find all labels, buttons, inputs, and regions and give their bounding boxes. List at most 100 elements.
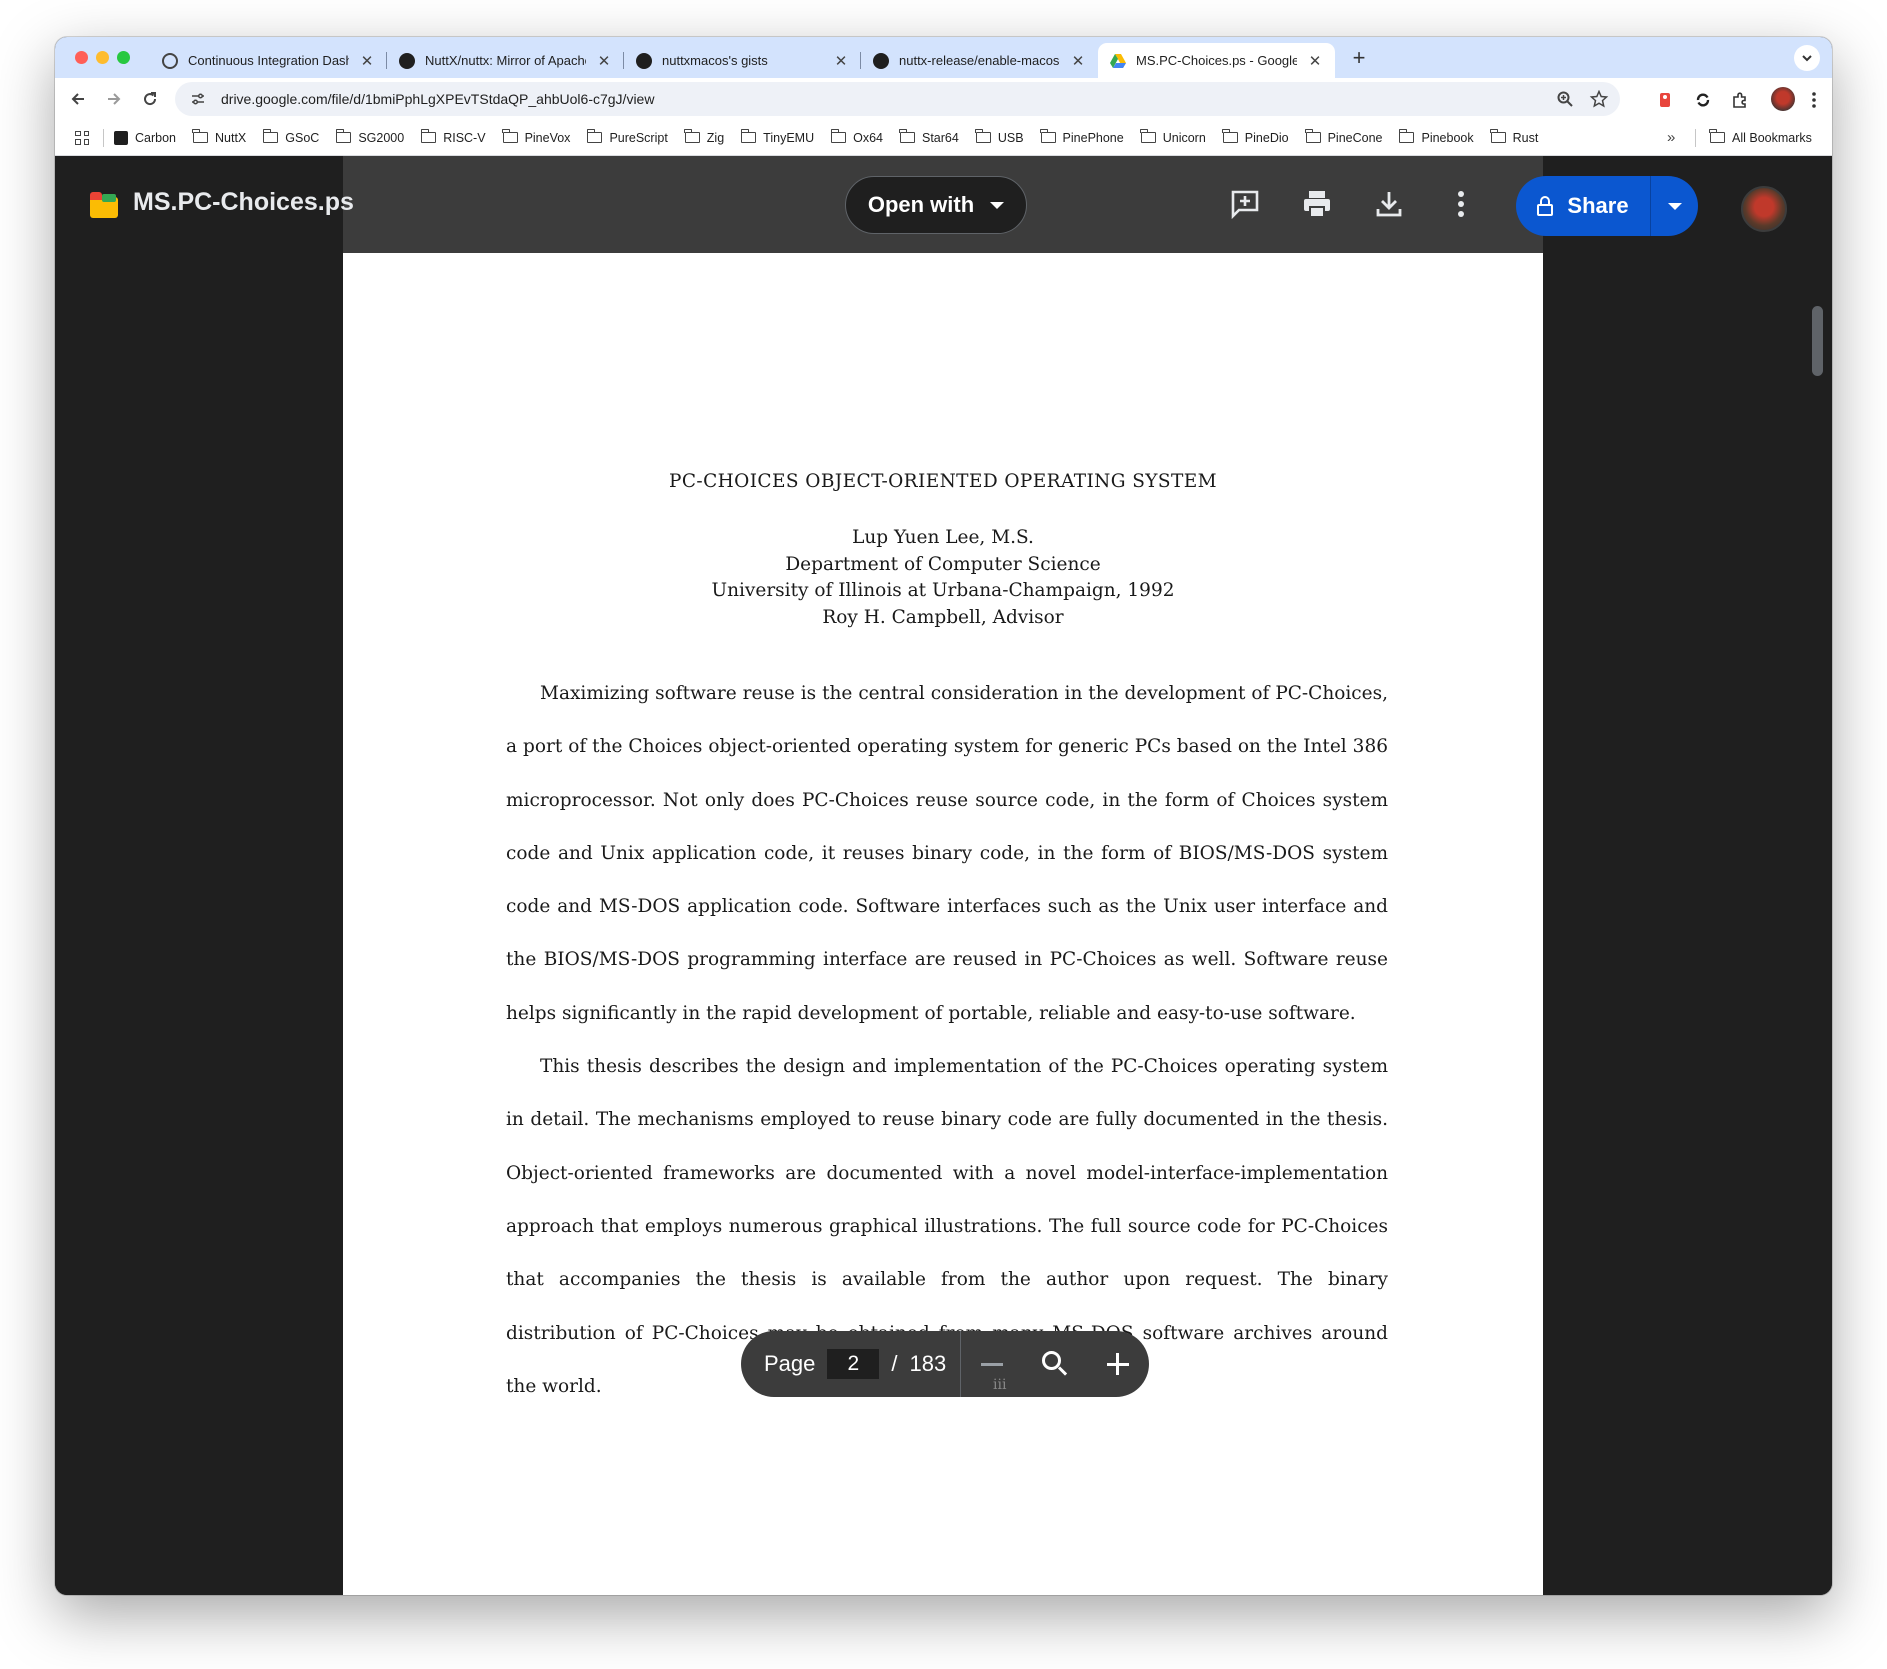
bookmark-folder[interactable]: PinePhone — [1039, 129, 1124, 145]
bookmark-folder[interactable]: PineDio — [1222, 129, 1289, 145]
puzzle-icon — [1733, 92, 1746, 108]
address-bar[interactable]: drive.google.com/file/d/1bmiPphLgXPEvTSt… — [175, 82, 1620, 116]
print-icon — [1304, 191, 1330, 218]
github-icon — [873, 52, 889, 69]
bookmark-folder[interactable]: Pinebook — [1398, 129, 1474, 145]
minimize-window-button[interactable] — [96, 51, 109, 64]
close-tab-icon[interactable]: ✕ — [359, 52, 375, 70]
bookmark-folder[interactable]: Star64 — [899, 129, 959, 145]
bookmark-label: Carbon — [135, 130, 176, 145]
magnifier-icon — [1041, 1351, 1068, 1377]
share-button-group: Share — [1516, 176, 1698, 236]
browser-tab-active[interactable]: MS.PC-Choices.ps - Google D ✕ — [1098, 43, 1335, 78]
bookmark-label: PureScript — [609, 130, 668, 145]
download-button[interactable] — [1371, 186, 1407, 222]
close-tab-icon[interactable]: ✕ — [1070, 52, 1086, 70]
tab-list: Continuous Integration Dashb ✕ NuttX/nut… — [150, 43, 1335, 78]
open-with-button[interactable]: Open with — [845, 176, 1027, 234]
profile-avatar[interactable] — [1771, 87, 1795, 111]
advisor: Roy H. Campbell, Advisor — [822, 606, 1064, 628]
add-comment-button[interactable] — [1227, 186, 1263, 222]
bookmark-folder[interactable]: Unicorn — [1140, 129, 1206, 145]
more-vert-icon — [1812, 92, 1816, 108]
abstract: Maximizing software reuse is the central… — [506, 667, 1388, 1413]
bookmark-folder[interactable]: USB — [975, 129, 1024, 145]
bookmark-item[interactable]: Carbon — [114, 130, 176, 145]
browser-tab[interactable]: nuttxmacos's gists ✕ — [624, 43, 861, 78]
forward-button[interactable] — [101, 86, 127, 112]
bookmark-folder[interactable]: Ox64 — [830, 129, 883, 145]
bookmark-folder[interactable]: PineVox — [501, 129, 570, 145]
more-bookmarks-button[interactable]: » — [1667, 129, 1675, 146]
bookmark-folder[interactable]: RISC-V — [420, 129, 486, 145]
bookmark-folder[interactable]: SG2000 — [335, 129, 404, 145]
tab-search-button[interactable] — [1794, 45, 1820, 71]
folder-icon — [975, 129, 991, 143]
page-footer-number: iii — [993, 1377, 1007, 1393]
folder-icon — [1709, 129, 1725, 143]
browser-tab[interactable]: nuttx-release/enable-macos- ✕ — [861, 43, 1098, 78]
all-bookmarks-button[interactable]: All Bookmarks — [1709, 129, 1812, 145]
print-button[interactable] — [1299, 186, 1335, 222]
page-separator: / — [891, 1351, 898, 1376]
share-button[interactable]: Share — [1516, 176, 1651, 236]
bookmark-folder[interactable]: NuttX — [192, 129, 246, 145]
bookmark-folder[interactable]: GSoC — [262, 129, 319, 145]
site-settings-icon[interactable] — [187, 91, 209, 107]
browser-window: Continuous Integration Dashb ✕ NuttX/nut… — [55, 37, 1832, 1595]
bookmark-star-icon[interactable] — [1586, 90, 1612, 108]
close-tab-icon[interactable]: ✕ — [596, 52, 612, 70]
reload-button[interactable] — [137, 86, 163, 112]
folder-icon — [740, 129, 757, 143]
file-name: MS.PC-Choices.ps — [133, 188, 354, 216]
extensions-button[interactable] — [1729, 89, 1751, 111]
sync-extension-icon[interactable] — [1692, 89, 1714, 111]
page-label: Page — [764, 1351, 816, 1376]
page-indicator: Page 2 / 183 — [741, 1331, 961, 1397]
bookmark-folder[interactable]: Rust — [1490, 129, 1538, 145]
account-avatar[interactable] — [1741, 186, 1787, 232]
zoom-controls — [961, 1344, 1149, 1384]
close-window-button[interactable] — [75, 51, 88, 64]
browser-tab[interactable]: Continuous Integration Dashb ✕ — [150, 43, 387, 78]
bookmark-separator — [103, 128, 104, 147]
more-actions-button[interactable] — [1443, 186, 1479, 222]
folder-icon — [1490, 129, 1506, 143]
bookmark-label: Zig — [706, 130, 725, 145]
scrollbar-thumb[interactable] — [1812, 306, 1823, 376]
zoom-icon[interactable] — [1552, 90, 1578, 108]
page-total: 183 — [909, 1351, 947, 1376]
bookmark-folder[interactable]: Zig — [684, 129, 725, 145]
extension-puzzle-icon — [1660, 93, 1670, 107]
download-icon — [1376, 192, 1402, 217]
apps-icon[interactable] — [75, 130, 89, 145]
browser-toolbar: drive.google.com/file/d/1bmiPphLgXPEvTSt… — [55, 78, 1832, 120]
close-tab-icon[interactable]: ✕ — [833, 52, 849, 70]
reload-icon — [144, 92, 157, 106]
caret-down-icon — [1667, 202, 1682, 210]
folder-icon — [684, 129, 700, 143]
lock-icon — [1537, 196, 1554, 216]
folder-icon — [420, 129, 437, 143]
page-navigation: Page 2 / 183 — [741, 1331, 1149, 1397]
new-tab-button[interactable]: + — [1345, 45, 1373, 71]
zoom-fit-button[interactable] — [1035, 1344, 1075, 1384]
bookmark-folder[interactable]: PineCone — [1304, 129, 1382, 145]
tab-title: MS.PC-Choices.ps - Google D — [1136, 53, 1297, 68]
bookmark-folder[interactable]: TinyEMU — [740, 129, 814, 145]
page-number-input[interactable]: 2 — [827, 1349, 880, 1379]
folder-icon — [586, 129, 603, 143]
share-dropdown-button[interactable] — [1651, 176, 1698, 236]
browser-menu-button[interactable] — [1803, 89, 1825, 111]
bookmark-folder[interactable]: PureScript — [586, 129, 668, 145]
close-tab-icon[interactable]: ✕ — [1307, 52, 1323, 70]
back-button[interactable] — [65, 86, 91, 112]
folder-icon — [192, 129, 208, 143]
bookmark-label: USB — [997, 130, 1024, 145]
zoom-in-button[interactable] — [1098, 1344, 1138, 1384]
tab-title: Continuous Integration Dashb — [188, 53, 349, 68]
url-text: drive.google.com/file/d/1bmiPphLgXPEvTSt… — [221, 91, 655, 107]
extension-icon[interactable] — [1654, 89, 1676, 111]
maximize-window-button[interactable] — [117, 51, 130, 64]
browser-tab[interactable]: NuttX/nuttx: Mirror of Apache ✕ — [387, 43, 624, 78]
